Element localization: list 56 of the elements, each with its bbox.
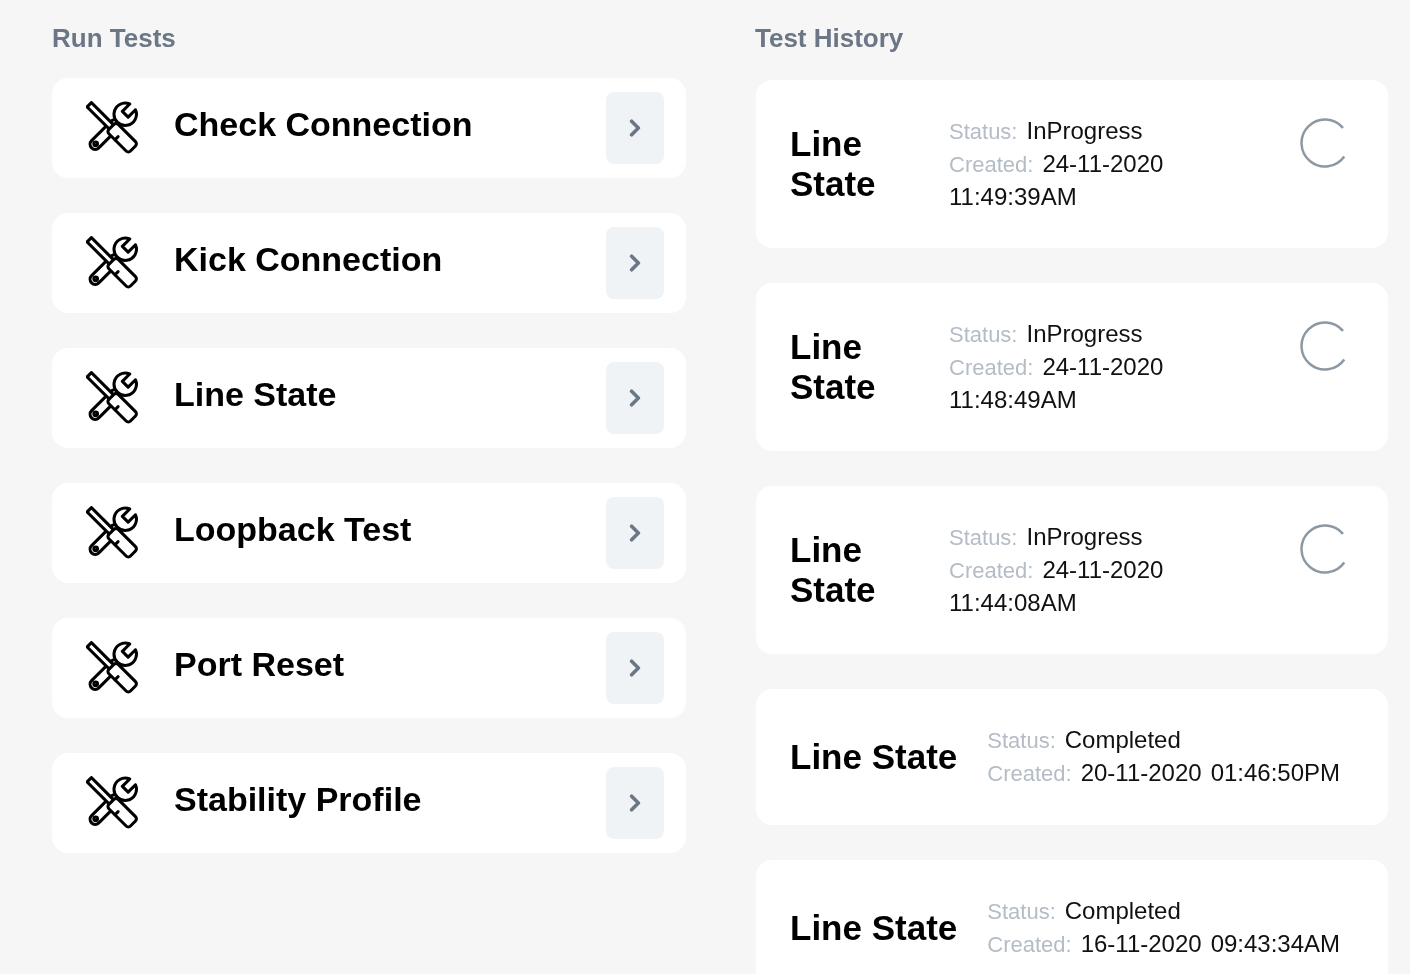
created-time: 11:49:39AM <box>949 182 1077 212</box>
created-date: 20-11-2020 <box>1080 758 1202 788</box>
chevron-icon <box>629 254 641 272</box>
status-value: InProgress <box>1026 522 1143 552</box>
tools-icon <box>86 371 140 425</box>
section-heading: Test History <box>755 22 905 55</box>
test-name: Line State <box>790 530 877 610</box>
status-label: Status: <box>987 727 1056 755</box>
tools-icon <box>86 641 140 695</box>
test-name: Stability Profile <box>174 779 422 819</box>
test-name: Line State <box>790 327 877 407</box>
created-label: Created: <box>987 760 1072 788</box>
status-label: Status: <box>949 118 1018 146</box>
created-label: Created: <box>949 151 1034 179</box>
test-name: Port Reset <box>174 644 345 684</box>
created-date: 16-11-2020 <box>1080 929 1202 959</box>
created-time: 11:44:08AM <box>949 588 1077 618</box>
open-button[interactable] <box>606 362 664 434</box>
test-name: Loopback Test <box>174 509 412 549</box>
tools-icon <box>86 506 140 560</box>
created-label: Created: <box>949 557 1034 585</box>
open-button[interactable] <box>606 497 664 569</box>
created-label: Created: <box>949 354 1034 382</box>
tools-icon <box>86 236 140 290</box>
open-button[interactable] <box>606 767 664 839</box>
test-name: Line State <box>790 737 958 777</box>
created-date: 24-11-2020 <box>1042 352 1164 382</box>
test-name: Kick Connection <box>174 239 443 279</box>
tools-icon <box>86 101 140 155</box>
status-value: Completed <box>1064 725 1181 755</box>
created-time: 09:43:34AM <box>1210 929 1341 959</box>
chevron-icon <box>629 794 641 812</box>
status-label: Status: <box>949 321 1018 349</box>
test-name: Line State <box>790 124 877 204</box>
chevron-icon <box>629 389 641 407</box>
open-button[interactable] <box>606 632 664 704</box>
section-heading: Run Tests <box>52 22 177 55</box>
open-button[interactable] <box>606 227 664 299</box>
test-name: Check Connection <box>174 104 473 144</box>
status-value: Completed <box>1064 896 1181 926</box>
tools-icon <box>86 776 140 830</box>
test-name: Line State <box>174 374 337 414</box>
created-date: 24-11-2020 <box>1042 555 1164 585</box>
chevron-icon <box>629 659 641 677</box>
created-date: 24-11-2020 <box>1042 149 1164 179</box>
created-time: 11:48:49AM <box>949 385 1077 415</box>
chevron-icon <box>629 524 641 542</box>
open-button[interactable] <box>606 92 664 164</box>
created-label: Created: <box>987 931 1072 959</box>
chevron-icon <box>629 119 641 137</box>
status-label: Status: <box>987 898 1056 926</box>
created-time: 01:46:50PM <box>1210 758 1341 788</box>
status-value: InProgress <box>1026 319 1143 349</box>
status-value: InProgress <box>1026 116 1143 146</box>
test-name: Line State <box>790 908 958 948</box>
status-label: Status: <box>949 524 1018 552</box>
